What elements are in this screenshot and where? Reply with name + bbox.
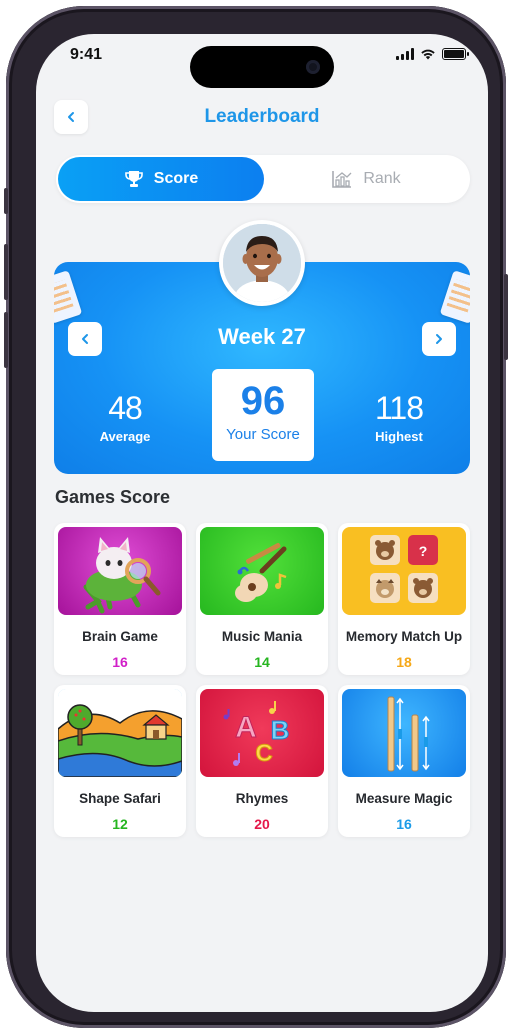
game-name: Rhymes (235, 791, 289, 806)
game-name: Measure Magic (355, 791, 453, 806)
average-stat: 48 Average (70, 390, 180, 444)
svg-text:?: ? (419, 543, 428, 559)
segmented-control: Score Rank (56, 155, 470, 203)
cat-magnifier-icon (58, 527, 182, 615)
your-score-label: Your Score (226, 426, 300, 443)
average-label: Average (99, 429, 151, 444)
game-card-measure-magic[interactable]: Measure Magic 16 (338, 685, 470, 837)
game-name: Memory Match Up (345, 629, 463, 644)
games-grid: Brain Game 16 Music Mania 14 ? Memory Ma… (54, 523, 470, 837)
landscape-icon (58, 689, 182, 777)
clipboard-decoration (439, 270, 470, 324)
game-card-brain-game[interactable]: Brain Game 16 (54, 523, 186, 675)
phone-frame: 9:41 Leaderboard Score Rank Week 27 48 A… (4, 6, 508, 1028)
bar-chart-icon (332, 171, 352, 188)
svg-text:C: C (255, 740, 272, 767)
dynamic-island (190, 46, 334, 88)
tab-score[interactable]: Score (58, 157, 264, 201)
your-score-value: 96 (240, 379, 286, 423)
game-card-music-mania[interactable]: Music Mania 14 (196, 523, 328, 675)
game-score: 14 (254, 654, 270, 670)
ruler-icon (342, 689, 466, 777)
game-score: 18 (396, 654, 412, 670)
game-score: 16 (396, 816, 412, 832)
highest-label: Highest (375, 429, 423, 444)
game-card-rhymes[interactable]: A B C Rhymes 20 (196, 685, 328, 837)
tab-rank-label: Rank (363, 170, 401, 187)
trophy-icon (124, 171, 143, 187)
week-title: Week 27 (218, 324, 306, 349)
memory-cards-icon: ? (342, 527, 466, 615)
your-score-box: 96 Your Score (212, 369, 314, 461)
svg-text:B: B (271, 715, 290, 745)
games-section-title: Games Score (55, 487, 171, 507)
battery-icon (442, 48, 469, 60)
svg-text:A: A (235, 711, 257, 744)
page-title: Leaderboard (204, 106, 320, 127)
signal-icon (396, 48, 414, 60)
game-card-shape-safari[interactable]: Shape Safari 12 (54, 685, 186, 837)
status-time: 9:41 (70, 46, 103, 63)
abc-letters-icon: A B C (200, 689, 324, 777)
avatar (219, 220, 305, 306)
tab-rank[interactable]: Rank (264, 157, 468, 201)
highest-stat: 118 Highest (344, 390, 454, 444)
status-icons (396, 48, 469, 60)
guitar-icon (200, 527, 324, 615)
game-score: 16 (112, 654, 128, 670)
child-portrait-icon (223, 224, 301, 302)
game-card-memory-match-up[interactable]: ? Memory Match Up 18 (338, 523, 470, 675)
game-name: Brain Game (82, 629, 158, 644)
highest-value: 118 (374, 390, 424, 426)
wifi-icon (421, 49, 435, 60)
game-name: Shape Safari (79, 791, 161, 806)
game-score: 12 (112, 816, 128, 832)
game-score: 20 (254, 816, 270, 832)
average-value: 48 (108, 390, 143, 426)
screen: 9:41 Leaderboard Score Rank Week 27 48 A… (36, 34, 488, 1012)
clipboard-decoration (54, 270, 83, 324)
tab-score-label: Score (153, 170, 199, 187)
game-name: Music Mania (221, 629, 303, 644)
